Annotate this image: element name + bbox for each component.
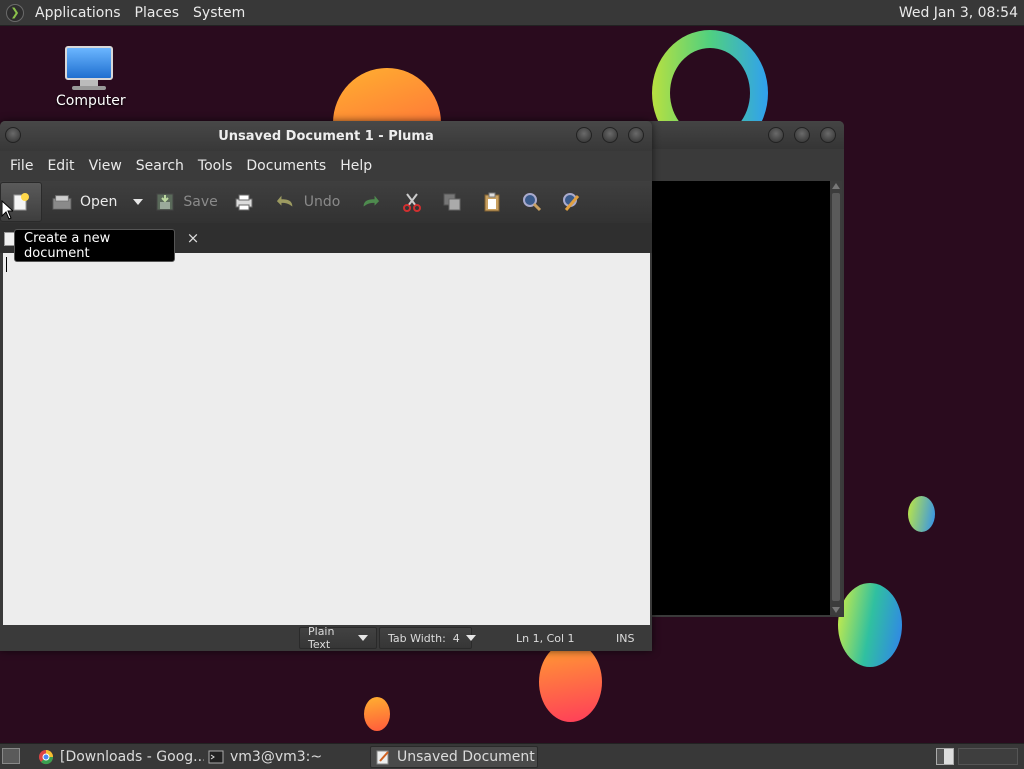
scissors-icon xyxy=(402,192,422,212)
menu-view[interactable]: View xyxy=(82,158,129,174)
maximize-icon[interactable] xyxy=(602,127,618,143)
text-cursor xyxy=(6,257,7,272)
menu-file[interactable]: File xyxy=(3,158,40,174)
menu-tools[interactable]: Tools xyxy=(191,158,240,174)
open-button[interactable]: Open xyxy=(46,184,123,220)
tab-width-selector[interactable]: Tab Width: 4 xyxy=(379,627,476,649)
undo-icon xyxy=(276,192,296,212)
computer-icon-base xyxy=(72,86,106,90)
text-editor-icon xyxy=(375,749,391,765)
tab-width-label: Tab Width: 4 xyxy=(388,631,460,645)
save-label: Save xyxy=(183,194,218,210)
terminal-titlebar[interactable] xyxy=(620,121,844,149)
menu-documents[interactable]: Documents xyxy=(239,158,333,174)
clock[interactable]: Wed Jan 3, 08:54 xyxy=(899,5,1024,21)
tooltip: Create a new document xyxy=(14,229,175,262)
menu-search[interactable]: Search xyxy=(129,158,191,174)
copy-button[interactable] xyxy=(436,184,468,220)
print-icon xyxy=(234,192,254,212)
minimize-icon[interactable] xyxy=(576,127,592,143)
close-icon[interactable] xyxy=(820,127,836,143)
scroll-up-icon[interactable] xyxy=(832,183,840,189)
taskbar-item-pluma[interactable]: Unsaved Document ... xyxy=(370,746,538,768)
new-document-icon xyxy=(11,192,31,212)
paste-clipboard-icon xyxy=(482,192,502,212)
open-recent-dropdown-icon[interactable] xyxy=(133,199,144,205)
close-tab-icon[interactable]: × xyxy=(184,229,202,247)
menu-applications[interactable]: Applications xyxy=(28,5,128,21)
scrollbar-thumb[interactable] xyxy=(832,193,840,601)
copy-icon xyxy=(442,192,462,212)
insert-mode: INS xyxy=(616,631,635,645)
menu-edit[interactable]: Edit xyxy=(40,158,81,174)
open-label: Open xyxy=(80,194,118,210)
replace-button[interactable] xyxy=(556,184,588,220)
wallpaper-blob xyxy=(364,697,390,731)
terminal-content[interactable] xyxy=(652,181,830,615)
wallpaper-blob xyxy=(838,583,902,667)
wallpaper-blob xyxy=(539,642,602,722)
find-replace-icon xyxy=(562,192,582,212)
desktop-icon-label: Computer xyxy=(56,93,126,109)
statusbar: Plain Text Tab Width: 4 Ln 1, Col 1 INS xyxy=(0,625,652,651)
taskbar-item-label: vm3@vm3:~ xyxy=(230,749,323,765)
terminal-window[interactable] xyxy=(620,121,844,617)
desktop-icon-computer[interactable]: Computer xyxy=(56,46,126,109)
print-button[interactable] xyxy=(228,184,260,220)
cut-button[interactable] xyxy=(396,184,428,220)
text-editor-area[interactable] xyxy=(3,253,650,625)
save-icon xyxy=(155,192,175,212)
bottom-panel: [Downloads - Goog... vm3@vm3:~ Unsaved D… xyxy=(0,743,1024,769)
close-icon[interactable] xyxy=(628,127,644,143)
menu-help[interactable]: Help xyxy=(333,158,379,174)
save-button[interactable]: Save xyxy=(149,184,223,220)
pluma-window[interactable]: Unsaved Document 1 - Pluma File Edit Vie… xyxy=(0,121,652,651)
top-panel: ❯ Applications Places System Wed Jan 3, … xyxy=(0,0,1024,26)
menu-system[interactable]: System xyxy=(186,5,252,21)
wallpaper-blob xyxy=(908,496,935,532)
mate-logo-icon[interactable]: ❯ xyxy=(6,3,24,22)
maximize-icon[interactable] xyxy=(794,127,810,143)
taskbar-item-label: Unsaved Document ... xyxy=(397,749,538,765)
taskbar-item-terminal[interactable]: vm3@vm3:~ xyxy=(204,746,364,768)
terminal-icon xyxy=(208,749,224,765)
mouse-pointer-icon xyxy=(1,200,13,220)
find-button[interactable] xyxy=(516,184,548,220)
search-icon xyxy=(522,192,542,212)
computer-icon xyxy=(65,46,113,80)
language-selector[interactable]: Plain Text xyxy=(299,625,377,651)
toolbar: Open Save Undo xyxy=(0,181,652,223)
menubar: File Edit View Search Tools Documents He… xyxy=(0,151,652,181)
main-menu: ❯ Applications Places System xyxy=(0,3,252,22)
redo-icon xyxy=(360,192,380,212)
show-desktop-icon[interactable] xyxy=(2,748,20,764)
minimize-icon[interactable] xyxy=(768,127,784,143)
paste-button[interactable] xyxy=(476,184,508,220)
chevron-down-icon xyxy=(465,635,476,641)
redo-button[interactable] xyxy=(354,184,386,220)
terminal-scrollbar[interactable] xyxy=(830,181,842,615)
taskbar-item-browser[interactable]: [Downloads - Goog... xyxy=(34,746,204,768)
chrome-icon xyxy=(38,749,54,765)
workspace-switcher-1[interactable] xyxy=(936,748,954,765)
workspace-switcher-2[interactable] xyxy=(958,748,1018,765)
pluma-titlebar[interactable]: Unsaved Document 1 - Pluma xyxy=(0,121,652,151)
cursor-position: Ln 1, Col 1 xyxy=(516,631,575,645)
taskbar-item-label: [Downloads - Goog... xyxy=(60,749,204,765)
undo-label: Undo xyxy=(303,194,341,210)
scroll-down-icon[interactable] xyxy=(832,607,840,613)
undo-button[interactable]: Undo xyxy=(270,184,347,220)
window-title: Unsaved Document 1 - Pluma xyxy=(218,129,434,144)
language-label: Plain Text xyxy=(308,625,335,651)
menu-places[interactable]: Places xyxy=(128,5,187,21)
open-folder-icon xyxy=(52,192,72,212)
chevron-down-icon xyxy=(358,635,368,641)
